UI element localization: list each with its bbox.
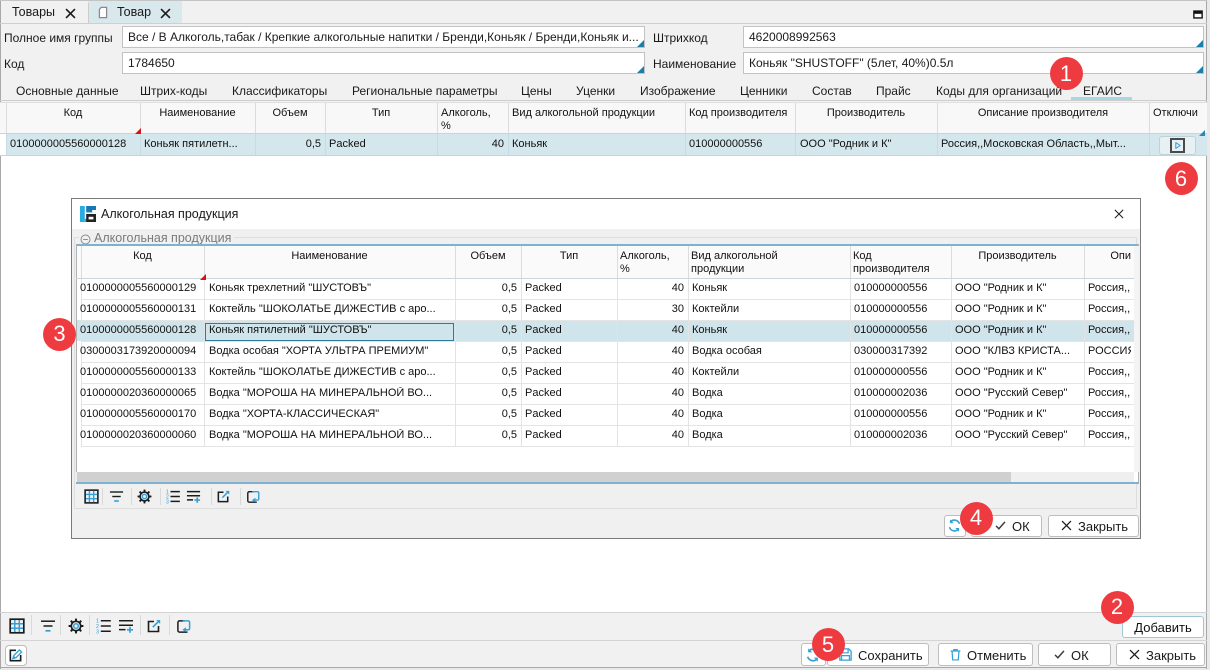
svg-text:3: 3: [96, 629, 99, 634]
svg-text:3: 3: [166, 499, 169, 504]
